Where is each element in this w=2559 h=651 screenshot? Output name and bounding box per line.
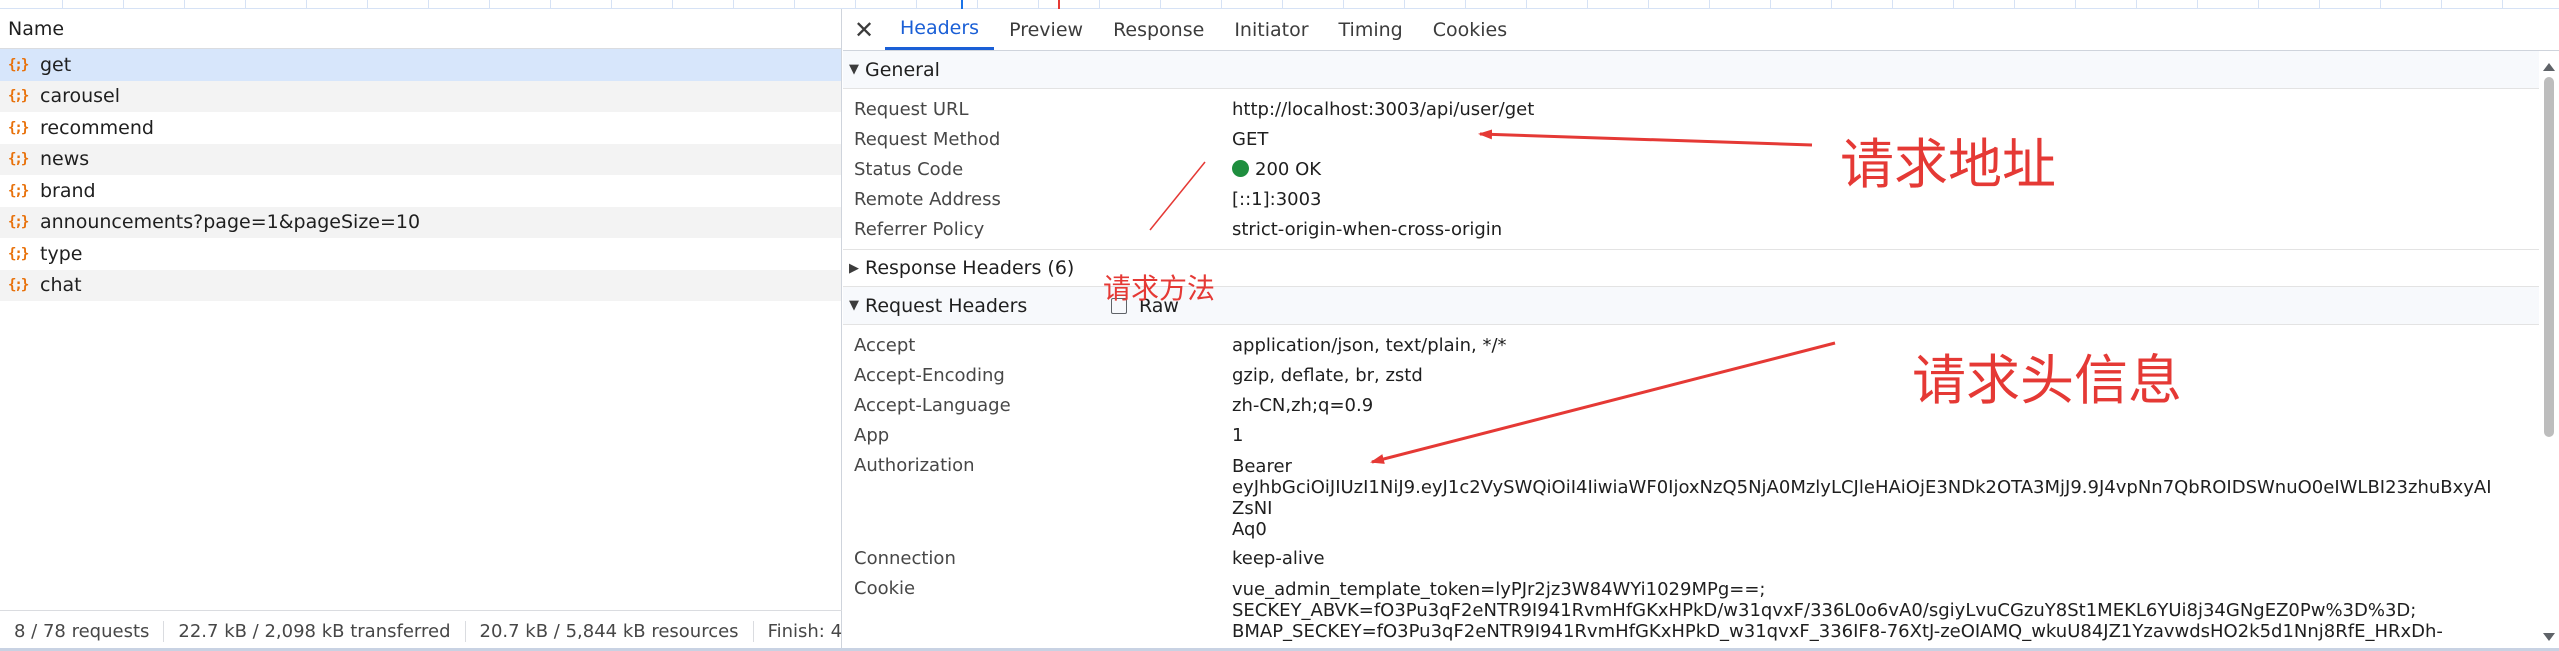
annotation-request-url: 请求地址 — [1840, 133, 2056, 196]
annotation-request-headers: 请求头信息 — [1912, 349, 2182, 412]
url-arrow — [1478, 129, 1813, 147]
annotation-arrows — [1149, 129, 1836, 464]
method-arrow — [1149, 161, 1206, 231]
headers-arrow — [1370, 341, 1836, 464]
annotation-request-method: 请求方法 — [1103, 272, 1216, 305]
